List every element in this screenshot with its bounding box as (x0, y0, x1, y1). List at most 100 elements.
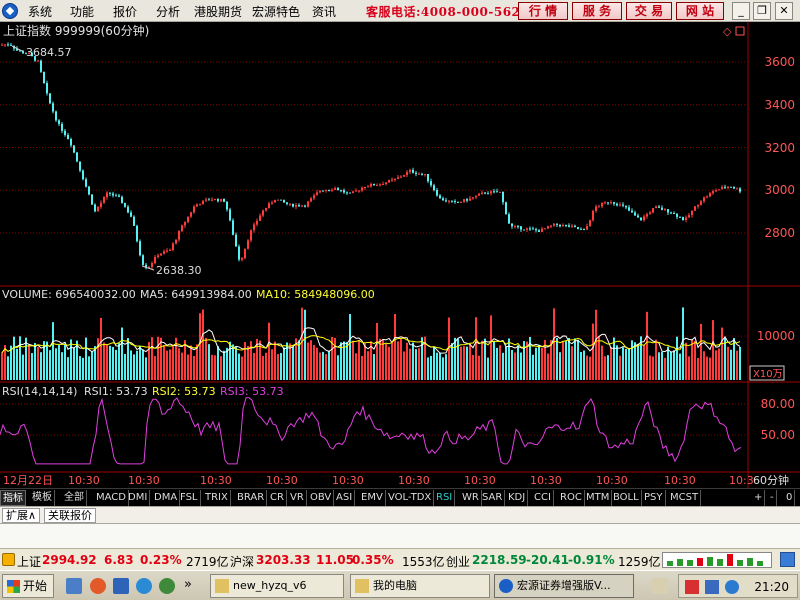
quicklaunch-window-icon[interactable] (113, 578, 129, 594)
tab-template[interactable]: 模板 (30, 490, 55, 506)
candle-body (274, 200, 276, 203)
volume-bar (676, 336, 678, 380)
candle-body (169, 249, 171, 251)
service-button[interactable]: 服 务 (572, 2, 622, 20)
menu-hongyuan-features[interactable]: 宏源特色 (252, 3, 300, 20)
connection-icon[interactable] (780, 552, 795, 567)
tab-vol-tdx[interactable]: VOL-TDX (386, 490, 435, 506)
candle-body (715, 190, 717, 192)
tab-expand[interactable]: 扩展∧ (2, 508, 41, 523)
candle-body (163, 251, 165, 254)
tab-fsl[interactable]: FSL (178, 490, 201, 506)
candle-body (295, 204, 297, 207)
network-icon[interactable] (705, 580, 719, 594)
candle-body (328, 189, 330, 191)
tab-wr[interactable]: WR (460, 490, 482, 506)
task-my-computer[interactable]: 我的电脑 (350, 574, 490, 598)
tab-sar[interactable]: SAR (480, 490, 506, 506)
close-icon[interactable]: ✕ (775, 2, 793, 20)
volume-bar (409, 348, 411, 380)
candle-body (721, 187, 723, 190)
chart-corner-icons[interactable]: ◇ (723, 25, 745, 38)
quicklaunch-desktop-icon[interactable] (66, 578, 82, 594)
tab-related-quotes[interactable]: 关联报价 (44, 508, 96, 523)
volume-bar (691, 339, 693, 380)
tab-dmi[interactable]: DMI (126, 490, 151, 506)
time-axis: 12月22日 10:30 10:30 10:30 10:30 10:30 10:… (3, 474, 754, 487)
indicator-reset-button[interactable]: 0 (784, 490, 796, 506)
task-new-hyzq[interactable]: new_hyzq_v6 (210, 574, 344, 598)
volume-bar (310, 340, 312, 380)
shield-icon[interactable] (725, 580, 739, 594)
tab-psy[interactable]: PSY (642, 490, 666, 506)
volume-bar (193, 355, 195, 380)
kline-chart-area[interactable]: 3600 3400 3200 3000 2800 上证指数 999999(60分… (0, 22, 800, 488)
menu-hk-futures[interactable]: 港股期货 (194, 3, 242, 20)
quotes-button[interactable]: 行 情 (518, 2, 568, 20)
volume-bar (655, 339, 657, 380)
ime-icon[interactable] (685, 580, 699, 594)
quicklaunch-app-icon[interactable] (159, 578, 175, 594)
tab-macd[interactable]: MACD (94, 490, 129, 506)
taskbar-scroll-icon[interactable] (652, 578, 668, 594)
tab-rsi[interactable]: RSI (434, 490, 456, 506)
sh-index-change: 6.83 (104, 553, 134, 567)
indicator-remove-button[interactable]: - (768, 490, 777, 506)
volume-bar (637, 343, 639, 380)
trade-button[interactable]: 交 易 (626, 2, 672, 20)
tab-vr[interactable]: VR (288, 490, 307, 506)
kline-chart-svg[interactable]: 3600 3400 3200 3000 2800 上证指数 999999(60分… (0, 22, 800, 488)
website-button[interactable]: 网 站 (676, 2, 724, 20)
candle-body (427, 173, 429, 182)
tab-boll[interactable]: BOLL (611, 490, 642, 506)
volume-bar (40, 352, 42, 380)
volume-bar (715, 350, 717, 380)
task-hongyuan-app[interactable]: 宏源证券增强版V... (494, 574, 634, 598)
indicator-add-button[interactable]: + (752, 490, 766, 506)
volume-bar (634, 342, 636, 380)
indicator-tab-strip: 指标 模板 全部 MACD DMI DMA FSL TRIX BRAR CR V… (0, 488, 800, 506)
candlestick-series (1, 42, 741, 270)
tab-obv[interactable]: OBV (308, 490, 335, 506)
volume-bar (667, 346, 669, 380)
alert-icon[interactable] (2, 553, 15, 566)
high-price-label: 3684.57 (26, 46, 72, 59)
tab-all[interactable]: 全部 (62, 490, 87, 506)
quicklaunch-ie-icon[interactable] (136, 578, 152, 594)
menu-analysis[interactable]: 分析 (156, 3, 180, 20)
quicklaunch-media-icon[interactable] (90, 578, 106, 594)
volume-bar (313, 344, 315, 380)
tab-trix[interactable]: TRIX (203, 490, 231, 506)
tab-mtm[interactable]: MTM (584, 490, 613, 506)
tab-mcst[interactable]: MCST (668, 490, 702, 506)
tab-cr[interactable]: CR (268, 490, 287, 506)
volume-bar (190, 345, 192, 380)
restore-icon[interactable]: ❐ (753, 2, 771, 20)
candle-body (583, 229, 585, 231)
candle-body (139, 241, 141, 256)
menu-quote[interactable]: 报价 (113, 3, 137, 20)
tab-asi[interactable]: ASI (334, 490, 356, 506)
clock[interactable]: 21:20 (754, 580, 789, 594)
volume-bar (706, 356, 708, 380)
candle-body (226, 201, 228, 210)
minimize-icon[interactable]: _ (732, 2, 750, 20)
volume-bar (19, 336, 21, 380)
menu-function[interactable]: 功能 (70, 3, 94, 20)
tab-roc[interactable]: ROC (558, 490, 585, 506)
menu-system[interactable]: 系统 (28, 3, 52, 20)
start-button[interactable]: 开始 (2, 574, 54, 598)
candle-body (127, 206, 129, 213)
period-label[interactable]: 60分钟 (753, 473, 789, 487)
tab-indicator[interactable]: 指标 (0, 490, 26, 506)
candle-body (157, 255, 159, 257)
time-tick: 10:30 (398, 474, 430, 487)
tab-dma[interactable]: DMA (152, 490, 181, 506)
tab-brar[interactable]: BRAR (235, 490, 268, 506)
tab-kdj[interactable]: KDJ (506, 490, 529, 506)
menu-news[interactable]: 资讯 (312, 3, 336, 20)
quicklaunch-overflow[interactable]: » (184, 577, 192, 592)
tab-emv[interactable]: EMV (359, 490, 386, 506)
tab-cci[interactable]: CCI (532, 490, 554, 506)
candle-body (454, 200, 456, 202)
